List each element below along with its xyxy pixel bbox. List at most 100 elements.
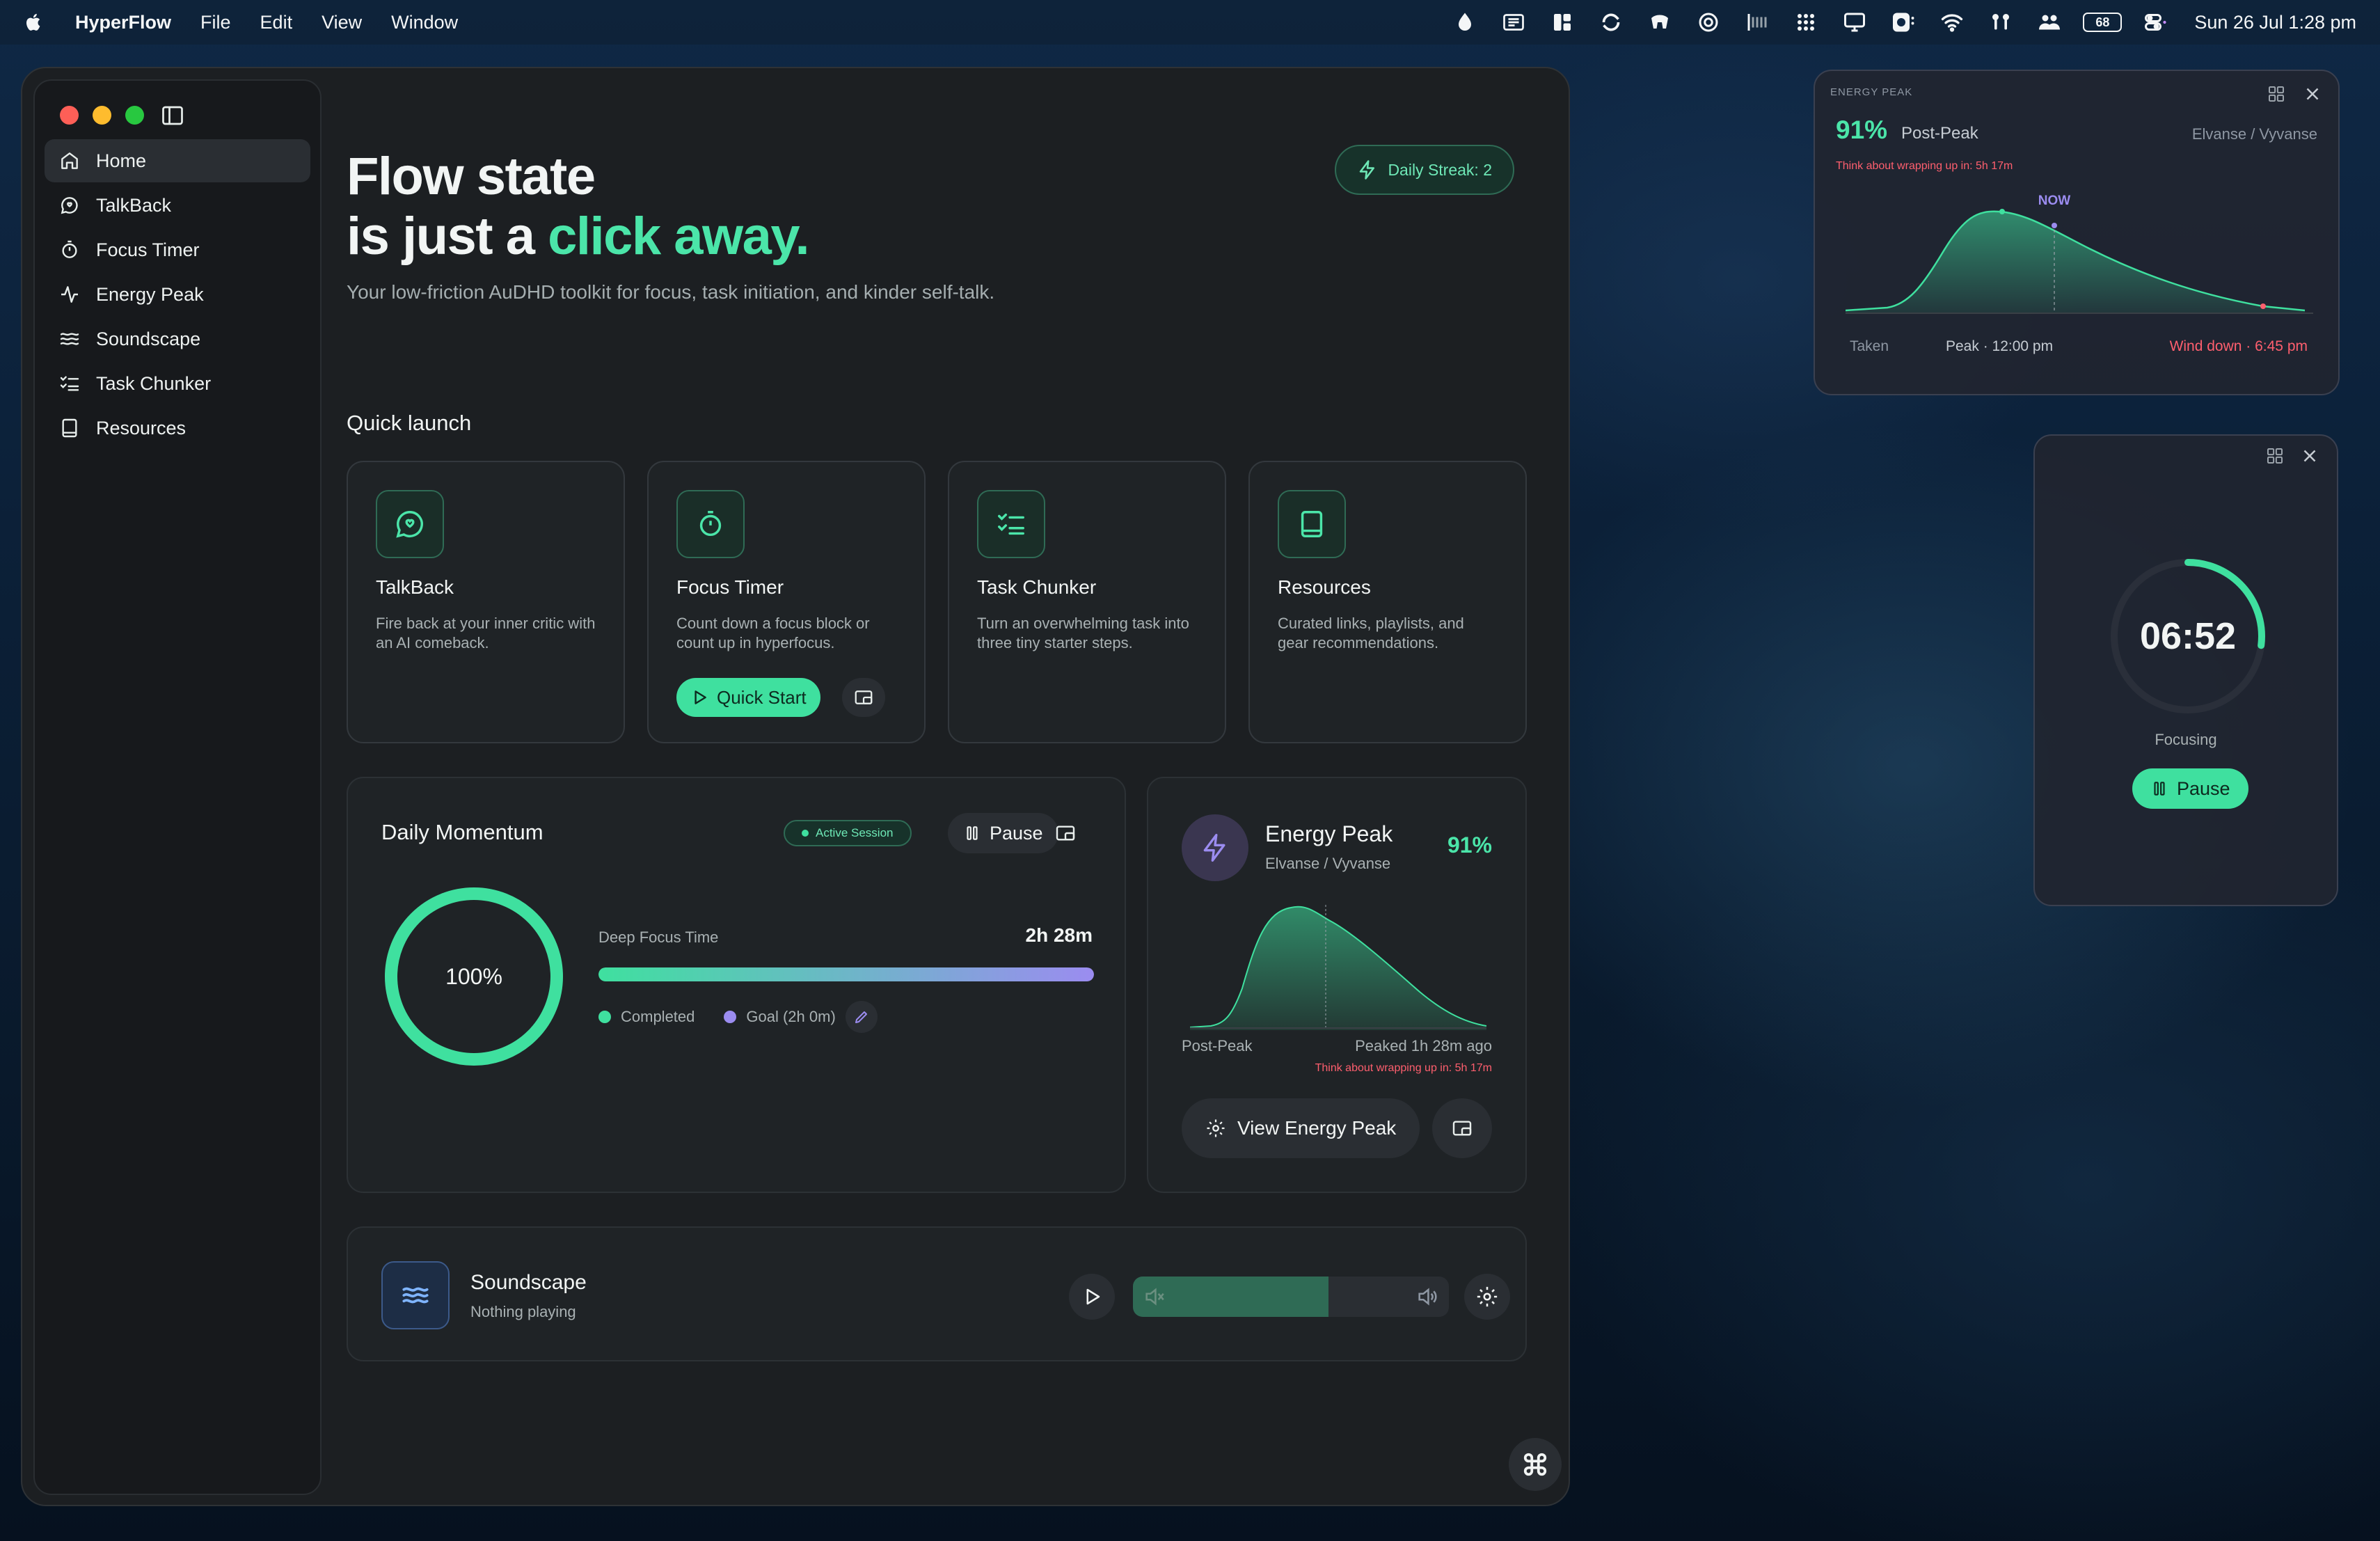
widget-energy-status: Post-Peak — [1901, 124, 1978, 143]
timer-time: 06:52 — [2139, 615, 2237, 657]
close-window-button[interactable] — [60, 106, 79, 125]
minimize-window-button[interactable] — [93, 106, 111, 125]
widget-energy-chart: NOW — [1846, 193, 2313, 314]
bolt-icon — [1182, 814, 1248, 881]
sidebar-item-label: Soundscape — [96, 328, 201, 349]
waves-icon — [381, 1261, 450, 1329]
widget-grid-icon[interactable] — [2266, 84, 2287, 104]
soundscape-settings-button[interactable] — [1464, 1274, 1510, 1320]
view-energy-peak-button[interactable]: View Energy Peak — [1182, 1098, 1420, 1158]
target-icon[interactable] — [1693, 8, 1724, 36]
play-button[interactable] — [1069, 1274, 1115, 1320]
soundscape-panel: Soundscape Nothing playing — [347, 1226, 1527, 1361]
close-icon[interactable] — [2299, 445, 2320, 466]
sidebar-item-label: Home — [96, 150, 147, 171]
widget-now-label: NOW — [2038, 193, 2071, 208]
display-icon[interactable] — [1839, 8, 1870, 36]
picture-in-picture-icon — [1054, 822, 1077, 844]
sidebar-toggle-icon[interactable] — [160, 103, 188, 128]
sidebar-item-focus-timer[interactable]: Focus Timer — [45, 228, 310, 271]
status-dot — [802, 830, 809, 837]
record-icon[interactable] — [1888, 8, 1919, 36]
quick-launch-card-talkback[interactable]: TalkBack Fire back at your inner critic … — [347, 461, 625, 743]
quick-launch-card-focus-timer[interactable]: Focus Timer Count down a focus block or … — [647, 461, 926, 743]
sidebar-item-task-chunker[interactable]: Task Chunker — [45, 362, 310, 405]
deep-focus-progress — [598, 967, 1094, 981]
battery-indicator[interactable]: 68 — [2083, 13, 2123, 32]
window-controls — [60, 106, 144, 125]
pause-icon — [2150, 780, 2168, 798]
pop-out-button[interactable] — [842, 678, 885, 717]
sync-icon[interactable] — [1596, 8, 1626, 36]
edit-menu[interactable]: Edit — [260, 12, 293, 33]
heart-chat-icon — [376, 490, 444, 558]
window-menu[interactable]: Window — [391, 12, 458, 33]
stopwatch-icon — [58, 239, 81, 261]
widget-curve-area — [1846, 211, 2305, 313]
volume-up-icon[interactable] — [1415, 1285, 1439, 1309]
checklist-icon — [58, 372, 81, 395]
grid-icon[interactable] — [1791, 8, 1821, 36]
widget-grid-icon[interactable] — [2264, 445, 2285, 466]
widget-warning: Think about wrapping up in: 5h 17m — [1836, 160, 2013, 172]
menubar-clock[interactable]: Sun 26 Jul 1:28 pm — [2194, 12, 2356, 33]
volume-mute-icon[interactable] — [1143, 1285, 1166, 1309]
close-icon[interactable] — [2302, 84, 2323, 104]
pause-session-button[interactable]: Pause — [948, 813, 1058, 853]
widget-peak-label: Peak · 12:00 pm — [1946, 338, 2054, 354]
play-icon — [1081, 1286, 1102, 1307]
sidebar-item-home[interactable]: Home — [45, 139, 310, 182]
goal-dot — [724, 1011, 737, 1023]
deep-focus-progress-fill — [598, 967, 1094, 981]
main-window: Home TalkBack Focus Timer Energy Peak So… — [21, 67, 1570, 1506]
sidebar-item-resources[interactable]: Resources — [45, 406, 310, 450]
bars-icon[interactable] — [1644, 8, 1675, 36]
wifi-icon[interactable] — [1937, 8, 1967, 36]
timer-pause-button[interactable]: Pause — [2132, 768, 2248, 809]
widget-wind-down-label: Wind down · 6:45 pm — [2169, 338, 2308, 354]
pop-out-button[interactable] — [1044, 813, 1087, 853]
control-center-icon[interactable] — [2140, 8, 2171, 36]
quick-start-button[interactable]: Quick Start — [676, 678, 820, 717]
layout-icon[interactable] — [1547, 8, 1578, 36]
sidebar-item-energy-peak[interactable]: Energy Peak — [45, 273, 310, 316]
sidebar-item-soundscape[interactable]: Soundscape — [45, 317, 310, 361]
card-title: Resources — [1278, 576, 1371, 598]
users-icon[interactable] — [2034, 8, 2065, 36]
sidebar-item-talkback[interactable]: TalkBack — [45, 184, 310, 227]
energy-curve-chart — [1190, 905, 1486, 1030]
card-description: Turn an overwhelming task into three tin… — [977, 615, 1189, 651]
drop-icon[interactable] — [1450, 8, 1480, 36]
quick-launch-card-resources[interactable]: Resources Curated links, playlists, and … — [1248, 461, 1527, 743]
sidebar-item-label: Energy Peak — [96, 283, 204, 305]
energy-warning: Think about wrapping up in: 5h 17m — [1315, 1062, 1492, 1074]
home-content: Flow state is just a click away. Your lo… — [347, 68, 1557, 1505]
view-energy-peak-label: View Energy Peak — [1237, 1117, 1397, 1139]
view-menu[interactable]: View — [322, 12, 362, 33]
volume-slider[interactable] — [1133, 1277, 1449, 1317]
airpods-icon[interactable] — [1985, 8, 2016, 36]
apple-menu-icon[interactable] — [24, 12, 47, 33]
app-menu[interactable]: HyperFlow — [75, 12, 171, 33]
energy-status: Post-Peak — [1182, 1037, 1253, 1054]
energy-peak-medication: Elvanse / Vyvanse — [1265, 855, 1391, 872]
widget-label: ENERGY PEAK — [1830, 86, 1913, 98]
widget-taken-label: Taken — [1850, 338, 1889, 354]
sidebar: Home TalkBack Focus Timer Energy Peak So… — [33, 79, 322, 1495]
zoom-window-button[interactable] — [125, 106, 144, 125]
daily-streak-badge[interactable]: Daily Streak: 2 — [1335, 145, 1514, 195]
equalizer-icon[interactable] — [1742, 8, 1772, 36]
timer-pause-label: Pause — [2177, 777, 2230, 799]
edit-goal-button[interactable] — [845, 1001, 878, 1033]
active-session-badge: Active Session — [784, 820, 912, 846]
energy-peak-title: Energy Peak — [1265, 821, 1393, 846]
status-area: 68 Sun 26 Jul 1:28 pm — [1450, 8, 2356, 36]
widget-now-dot — [2052, 223, 2057, 228]
energy-peak-panel: Energy Peak Elvanse / Vyvanse 91% Post-P… — [1147, 777, 1527, 1193]
deep-focus-label: Deep Focus Time — [598, 928, 719, 946]
pop-out-button[interactable] — [1432, 1098, 1492, 1158]
quick-launch-card-task-chunker[interactable]: Task Chunker Turn an overwhelming task i… — [948, 461, 1226, 743]
command-button[interactable] — [1509, 1438, 1562, 1491]
file-menu[interactable]: File — [200, 12, 231, 33]
reader-icon[interactable] — [1498, 8, 1529, 36]
